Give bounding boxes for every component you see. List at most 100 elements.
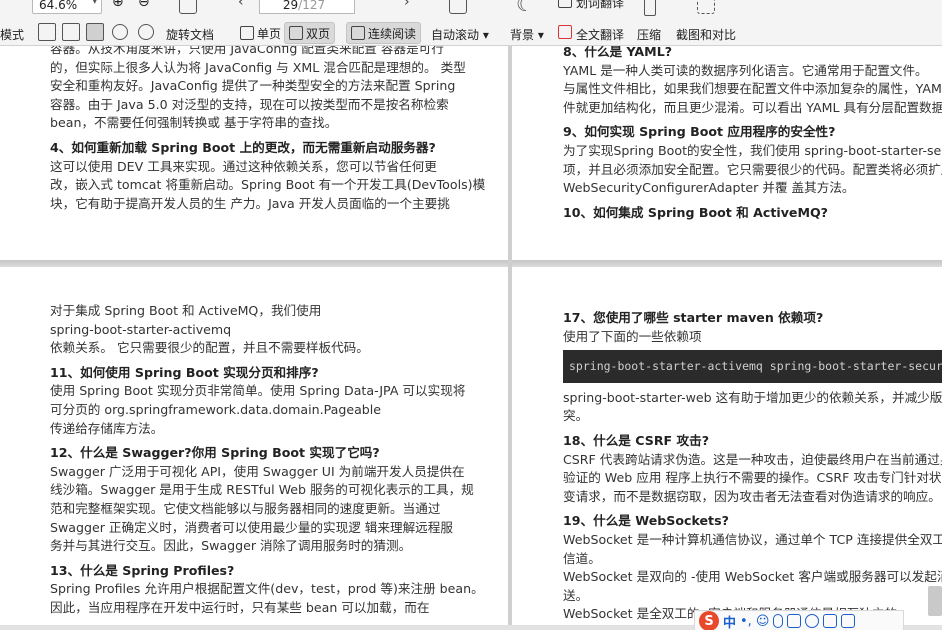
page-top-right: 8、什么是 YAML? YAML 是一种人类可读的数据序列化语言。它通常用于配置…	[512, 46, 942, 260]
page-bottom-left: 对于集成 Spring Boot 和 ActiveMQ，我们使用 spring-…	[0, 267, 508, 630]
single-page-button[interactable]: 单页	[236, 22, 285, 44]
section-heading: 18、什么是 CSRF 攻击?	[563, 432, 710, 448]
sogou-logo-icon[interactable]: S	[699, 611, 719, 630]
page-top-right-text: 8、什么是 YAML? YAML 是一种人类可读的数据序列化语言。它通常用于配置…	[563, 46, 942, 222]
paragraph-line: 的，但实际上很多人认为将 JavaConfig 与 XML 混合匹配是理想的。 …	[50, 59, 466, 75]
paragraph-line: 对于集成 Spring Boot 和 ActiveMQ，我们使用	[50, 303, 322, 318]
code-block: spring-boot-starter-activemq spring-boot…	[563, 350, 942, 383]
single-page-label: 单页	[257, 26, 282, 41]
chevron-down-icon: ▾	[92, 0, 97, 7]
paragraph-line: 容器。从技术角度来讲，只使用 JavaConfig 配置类来配置 容器是可行	[50, 46, 444, 56]
continuous-read-icon	[351, 26, 365, 40]
paragraph-line: WebSocket 是一种计算机通信协议，通过单个 TCP 连接提供全双工通	[563, 531, 942, 547]
paragraph-line: CSRF 代表跨站请求伪造。这是一种攻击，迫使最终用户在当前通过身	[563, 451, 942, 467]
paragraph-line: 这可以使用 DEV 工具来实现。通过这种依赖关系，您可以节省任何更	[50, 158, 437, 174]
user-icon[interactable]	[805, 614, 820, 628]
pdf-reader-window: 模式 64.6% ▾ ⊕ ⊖ 旋转文档 ‹ 29/127 › 单页 双页 连续阅…	[0, 0, 942, 630]
microphone-icon[interactable]	[773, 614, 784, 628]
auto-scroll-icon[interactable]	[449, 0, 467, 14]
paragraph-line: 使用 Spring Boot 实现分页非常简单。使用 Spring Data-J…	[50, 383, 466, 399]
zoom-value: 64.6%	[39, 0, 78, 12]
paragraph-line: WebSocket 是双向的 -使用 WebSocket 客户端或服务器可以发起…	[563, 569, 942, 585]
paragraph-line: 可分页的 org.springframework.data.domain.Pag…	[50, 401, 382, 417]
paragraph-line: Spring Profiles 允许用户根据配置文件(dev，test，prod…	[50, 581, 484, 597]
continuous-read-label: 连续阅读	[368, 26, 417, 41]
paragraph-line: 变请求，而不是数据窃取，因为攻击者无法查看对伪造请求的响应。	[563, 488, 941, 504]
page-top-left: 容器。从技术角度来讲，只使用 JavaConfig 配置类来配置 容器是可行 的…	[0, 46, 508, 260]
paragraph-line: YAML 是一种人类可读的数据序列化语言。它通常用于配置文件。	[563, 62, 928, 78]
paragraph-line: 容器。由于 Java 5.0 对泛型的支持，现在可以按类型而不是按名称检索	[50, 96, 449, 112]
double-page-button[interactable]: 双页	[284, 22, 336, 44]
section-heading: 17、您使用了哪些 starter maven 依赖项?	[563, 310, 824, 325]
section-heading: 13、什么是 Spring Profiles?	[50, 562, 235, 578]
prev-page-icon[interactable]: ‹	[238, 0, 244, 10]
paragraph-line: bean，不需要任何强制转换或 基于字符串的查找。	[50, 115, 338, 131]
fit-width-icon[interactable]	[86, 23, 104, 41]
rotate-left-icon[interactable]	[112, 24, 128, 40]
paragraph-line: spring-boot-starter-web 这有助于增加更少的依赖关系，并减…	[563, 389, 942, 405]
punctuation-icon[interactable]: •,	[740, 614, 752, 629]
page-total: /127	[298, 0, 326, 12]
vertical-scrollbar-thumb[interactable]	[928, 586, 942, 616]
page-bottom-right: 17、您使用了哪些 starter maven 依赖项? 使用了下面的一些依赖项…	[512, 267, 942, 630]
paragraph-line: 项，并且必须添加安全配置。它只需要很少的代码。配置类将必须扩展	[563, 161, 942, 177]
page-number-input[interactable]: 29/127	[259, 0, 355, 14]
double-page-icon	[289, 26, 303, 40]
toolbox-icon[interactable]	[841, 614, 856, 628]
background-button[interactable]: 背景 ▾	[510, 26, 544, 43]
toolbar: 模式 64.6% ▾ ⊕ ⊖ 旋转文档 ‹ 29/127 › 单页 双页 连续阅…	[0, 0, 942, 46]
next-page-icon[interactable]: ›	[404, 0, 410, 10]
ime-language-toggle[interactable]: 中	[723, 612, 736, 630]
full-translate-icon[interactable]	[558, 25, 572, 39]
auto-scroll-label: 自动滚动	[431, 28, 480, 42]
double-page-label: 双页	[306, 26, 331, 41]
page-bottom-left-text: 对于集成 Spring Boot 和 ActiveMQ，我们使用 spring-…	[50, 302, 484, 618]
page-bottom-right-text: 17、您使用了哪些 starter maven 依赖项? 使用了下面的一些依赖项…	[563, 309, 942, 624]
paragraph-line: 与属性文件相比，如果我们想要在配置文件中添加复杂的属性，YAML	[563, 81, 942, 97]
section-heading: 10、如何集成 Spring Boot 和 ActiveMQ?	[563, 204, 828, 220]
actual-size-icon[interactable]	[38, 23, 56, 41]
paragraph-line: 范和完整框架实现。它使文档能够以与服务器相同的速度更新。当通过	[50, 500, 441, 516]
fit-page-icon[interactable]	[62, 23, 80, 41]
skin-icon[interactable]	[823, 614, 838, 628]
paragraph-line: Swagger 广泛用于可视化 API，使用 Swagger UI 为前端开发人…	[50, 463, 465, 479]
background-label: 背景	[510, 28, 535, 42]
page-top-left-text: 容器。从技术角度来讲，只使用 JavaConfig 配置类来配置 容器是可行 的…	[50, 46, 485, 213]
paragraph-line: 信道。	[563, 550, 601, 566]
full-translate-label[interactable]: 全文翻译	[576, 26, 624, 43]
screenshot-icon[interactable]	[697, 0, 715, 14]
rotate-right-icon[interactable]	[138, 24, 154, 40]
paragraph-line: 送。	[563, 587, 589, 603]
paragraph-line: 验证的 Web 应用 程序上执行不需要的操作。CSRF 攻击专门针对状态	[563, 470, 942, 486]
page-separator	[0, 260, 942, 267]
compress-icon[interactable]	[644, 0, 656, 16]
section-heading: 8、什么是 YAML?	[563, 46, 673, 59]
emoji-icon[interactable]: ☺	[756, 614, 770, 629]
paragraph-line: 为了实现Spring Boot的安全性，我们使用 spring-boot-sta…	[563, 142, 942, 158]
paragraph-line: spring-boot-starter-activemq	[50, 321, 232, 337]
paragraph-line: Swagger 正确定义时，消费者可以使用最少量的实现逻 辑来理解远程服	[50, 519, 453, 535]
rotate-document-icon[interactable]	[179, 0, 197, 14]
keyboard-icon[interactable]	[787, 614, 802, 628]
screenshot-compare-label[interactable]: 截图和对比	[676, 26, 736, 43]
auto-scroll-button[interactable]: 自动滚动 ▾	[431, 26, 489, 43]
paragraph-line: 因此，当应用程序在开发中运行时，只有某些 bean 可以加载，而在	[50, 599, 430, 615]
section-heading: 4、如何重新加载 Spring Boot 上的更改，而无需重新启动服务器?	[50, 139, 436, 155]
single-page-icon	[240, 26, 254, 40]
zoom-out-icon[interactable]: ⊖	[138, 0, 150, 10]
compress-label[interactable]: 压缩	[637, 26, 661, 43]
word-translate-label[interactable]: 划词翻译	[576, 0, 624, 11]
paragraph-line: WebSecurityConfigurerAdapter 并覆 盖其方法。	[563, 180, 855, 196]
continuous-read-button[interactable]: 连续阅读	[346, 22, 422, 44]
paragraph-line: 安全和重构友好。JavaConfig 提供了一种类型安全的方法来配置 Sprin…	[50, 78, 456, 94]
moon-icon[interactable]: ☾	[516, 0, 534, 16]
zoom-in-icon[interactable]: ⊕	[112, 0, 124, 10]
section-heading: 19、什么是 WebSockets?	[563, 513, 729, 529]
rotate-document-label[interactable]: 旋转文档	[166, 26, 214, 43]
zoom-select[interactable]: 64.6% ▾	[32, 0, 102, 14]
ime-toolbar: S 中 •, ☺	[694, 610, 904, 630]
page-current: 29	[282, 0, 299, 12]
paragraph-line: 改，嵌入式 tomcat 将重新启动。Spring Boot 有一个开发工具(D…	[50, 177, 486, 193]
word-translate-icon[interactable]	[558, 0, 572, 8]
mode-label[interactable]: 模式	[0, 26, 24, 43]
